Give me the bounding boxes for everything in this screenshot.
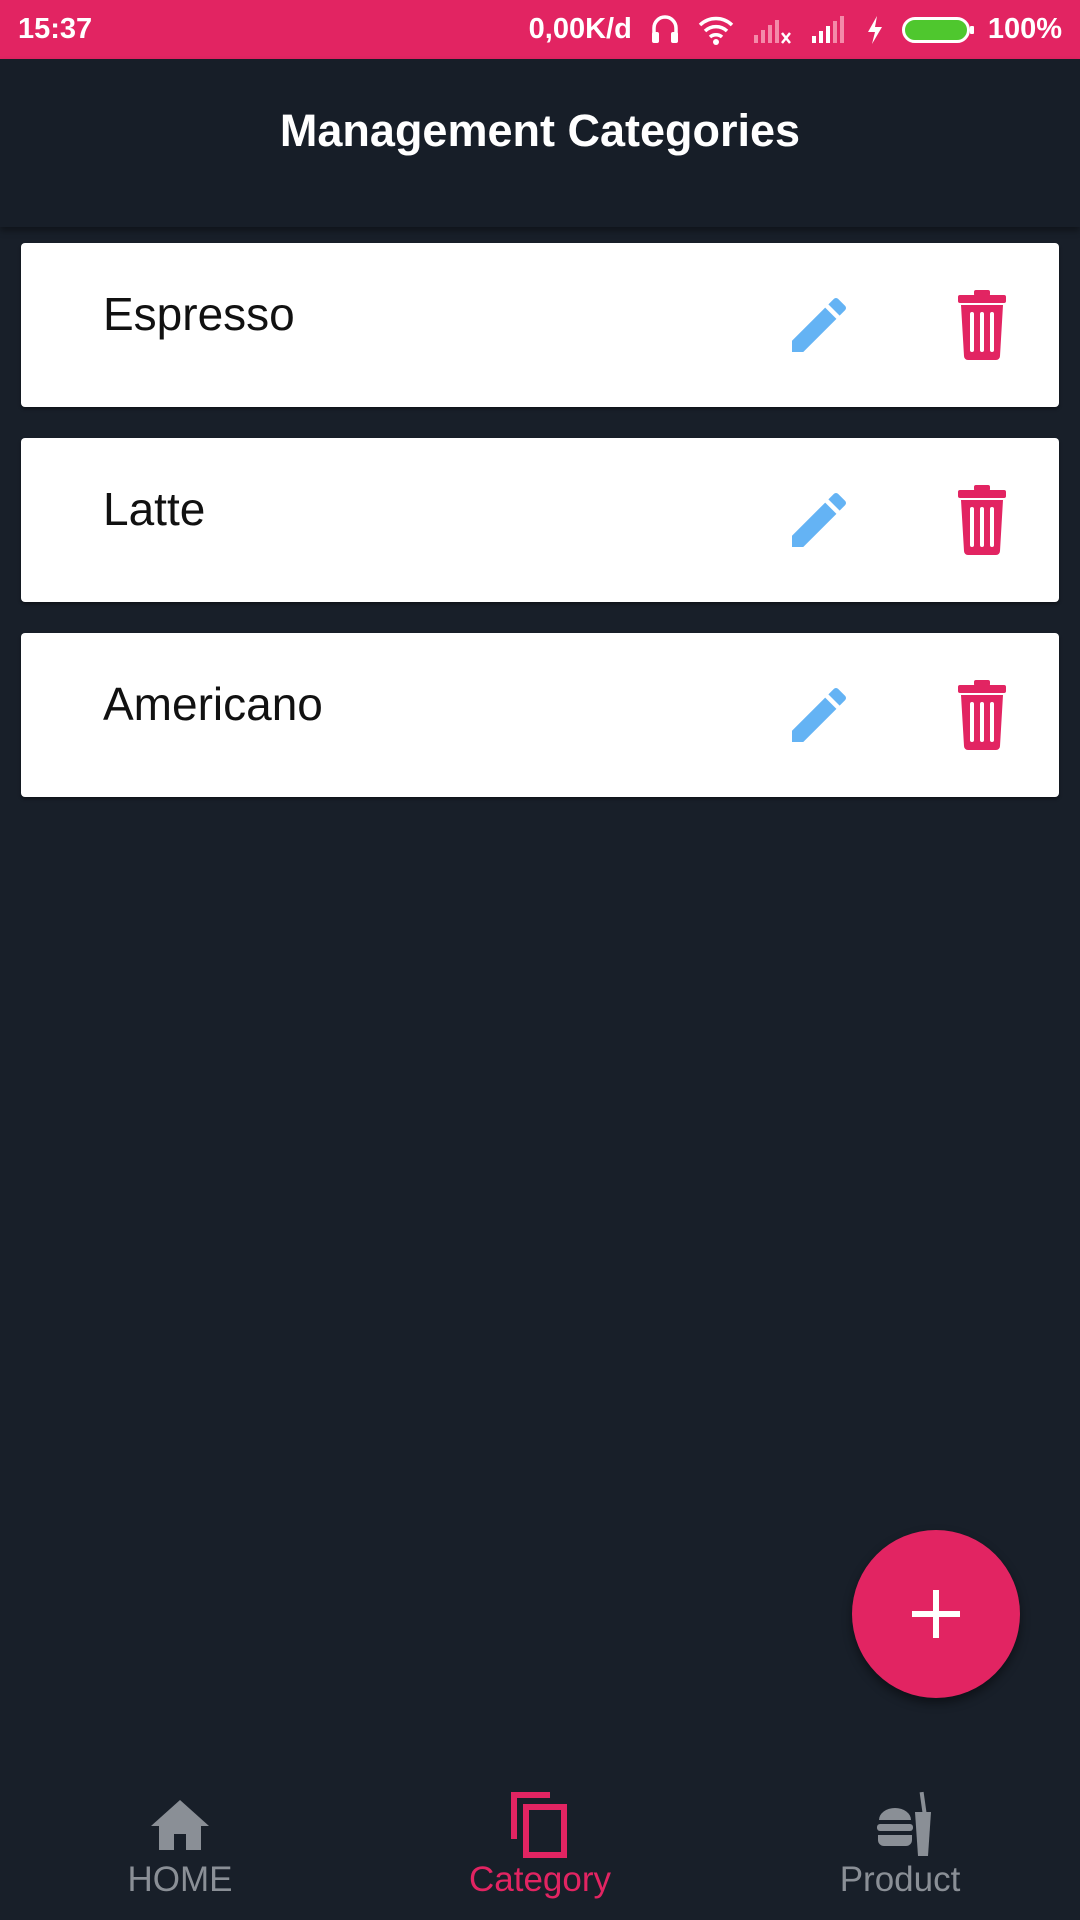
nav-label-product: Product	[839, 1860, 961, 1899]
copy-icon	[505, 1790, 575, 1860]
signal-icon	[810, 15, 848, 45]
wifi-icon	[698, 15, 734, 45]
category-label: Americano	[103, 678, 323, 730]
charging-icon	[866, 15, 884, 45]
pencil-icon	[792, 687, 847, 742]
list-item: Espresso	[21, 243, 1059, 407]
trash-icon	[958, 680, 1006, 750]
trash-icon	[958, 485, 1006, 555]
delete-button[interactable]	[951, 484, 1013, 556]
add-category-button[interactable]	[852, 1530, 1020, 1698]
category-label: Latte	[103, 483, 206, 535]
status-time: 15:37	[18, 13, 93, 45]
screen: 15:37 0,00K/d 100% Management Categories…	[0, 0, 1080, 1920]
plus-icon	[912, 1590, 960, 1638]
app-bar: Management Categories	[0, 59, 1080, 227]
edit-button[interactable]	[783, 484, 855, 556]
trash-icon	[958, 290, 1006, 360]
pencil-icon	[792, 297, 847, 352]
net-speed: 0,00K/d	[528, 13, 632, 45]
home-icon	[145, 1790, 215, 1860]
category-label: Espresso	[103, 288, 295, 340]
page-title: Management Categories	[279, 105, 801, 156]
nav-item-product[interactable]: Product	[720, 1760, 1080, 1920]
list-item: Latte	[21, 438, 1059, 602]
delete-button[interactable]	[951, 679, 1013, 751]
delete-button[interactable]	[951, 289, 1013, 361]
nav-label-category: Category	[468, 1860, 612, 1899]
fast-food-icon	[865, 1790, 935, 1860]
nav-item-home[interactable]: HOME	[0, 1760, 360, 1920]
nav-label-home: HOME	[127, 1860, 233, 1899]
category-list: Espresso Latte Americano	[21, 243, 1059, 828]
nav-item-category[interactable]: Category	[360, 1760, 720, 1920]
signal-no-sim-icon	[752, 15, 792, 45]
edit-button[interactable]	[783, 679, 855, 751]
status-bar: 15:37 0,00K/d 100%	[0, 0, 1080, 59]
bottom-nav: HOME Category Product	[0, 1760, 1080, 1920]
battery-percent: 100%	[987, 13, 1062, 45]
list-item: Americano	[21, 633, 1059, 797]
battery-icon	[901, 16, 974, 43]
pencil-icon	[792, 492, 847, 547]
headset-icon	[650, 14, 680, 46]
edit-button[interactable]	[783, 289, 855, 361]
